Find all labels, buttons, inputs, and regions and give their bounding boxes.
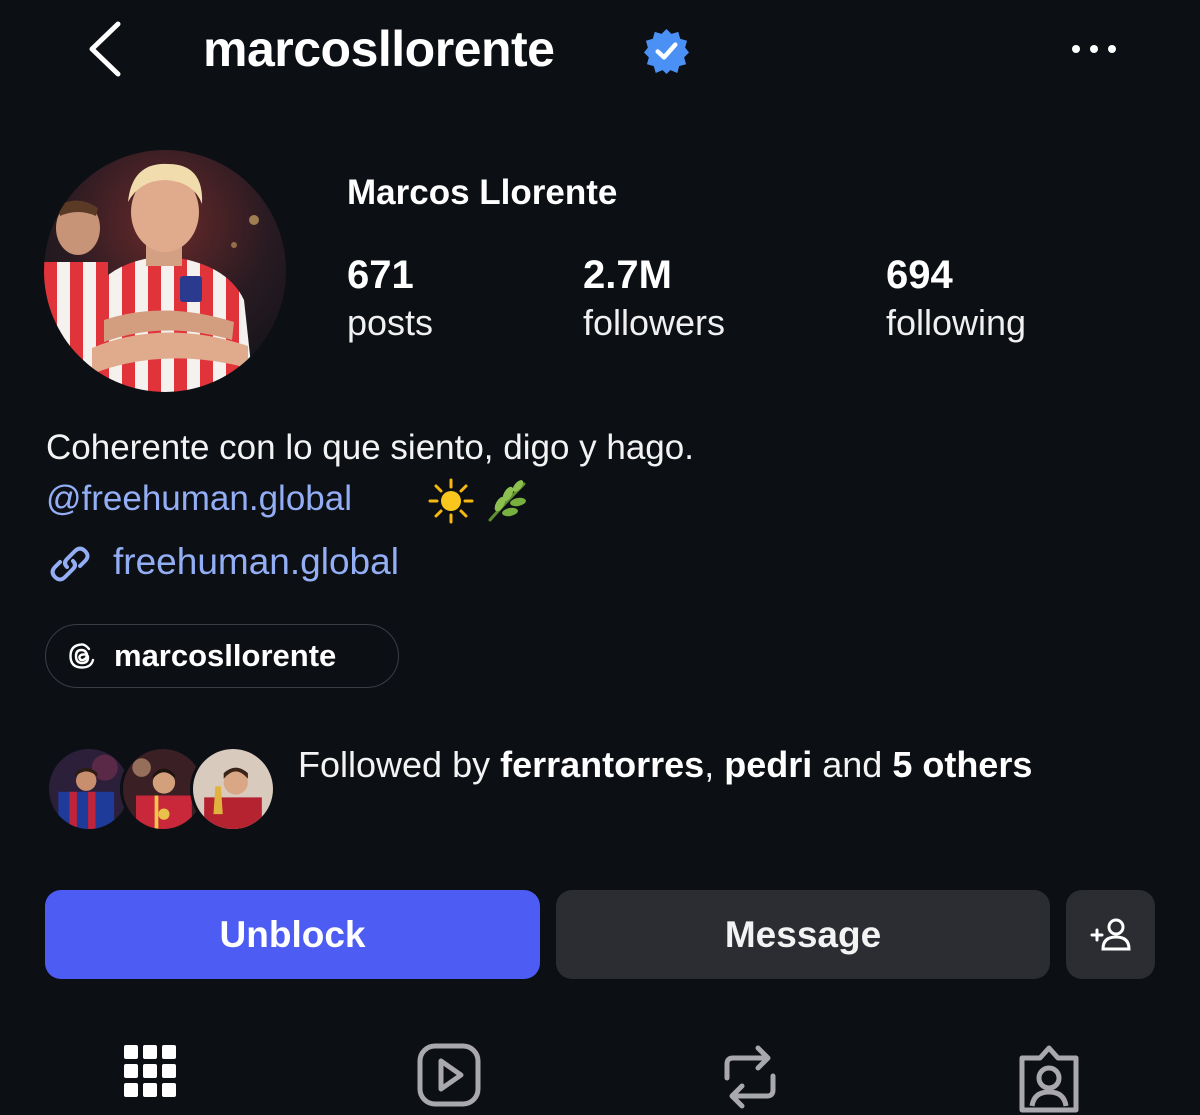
mutual-username[interactable]: ferrantorres bbox=[500, 744, 704, 785]
profile-full-name: Marcos Llorente bbox=[347, 173, 618, 212]
mutual-username[interactable]: pedri bbox=[724, 744, 812, 785]
grid-posts-tab-icon[interactable] bbox=[117, 1040, 183, 1115]
following-label: following bbox=[886, 302, 1027, 343]
unblock-button[interactable]: Unblock bbox=[45, 890, 540, 979]
following-count: 694 bbox=[886, 253, 953, 297]
herb-icon bbox=[488, 480, 526, 522]
followed-by-text[interactable]: Followed by ferrantorres, pedri and 5 ot… bbox=[298, 740, 1078, 790]
followers-count: 2.7M bbox=[583, 253, 672, 297]
followers-stat[interactable]: 2.7M followers bbox=[583, 250, 725, 346]
profile-username: marcosllorente bbox=[203, 21, 555, 77]
suggest-people-button[interactable] bbox=[1066, 890, 1155, 979]
bio-website-link[interactable]: freehuman.global bbox=[113, 538, 399, 586]
add-person-icon bbox=[1090, 918, 1131, 950]
verified-badge-icon bbox=[643, 28, 690, 74]
mutual-others-count[interactable]: 5 others bbox=[892, 744, 1032, 785]
back-chevron-icon[interactable] bbox=[82, 18, 132, 80]
link-icon bbox=[50, 546, 90, 582]
posts-label: posts bbox=[347, 302, 434, 343]
followed-by-prefix: Followed by bbox=[298, 744, 501, 785]
followers-label: followers bbox=[583, 302, 726, 343]
threads-profile-chip[interactable]: marcosllorente bbox=[45, 624, 399, 688]
bio-mention-link[interactable]: @freehuman.global bbox=[46, 475, 352, 523]
sun-icon bbox=[428, 478, 474, 524]
posts-count: 671 bbox=[347, 253, 414, 297]
profile-bio: Coherente con lo que siento, digo y hago… bbox=[46, 428, 694, 467]
threads-handle: marcosllorente bbox=[114, 638, 337, 673]
tagged-tab-icon[interactable] bbox=[1016, 1040, 1082, 1115]
posts-stat[interactable]: 671 posts bbox=[347, 250, 433, 346]
threads-icon bbox=[69, 643, 95, 669]
followed-by-separator: , bbox=[704, 744, 725, 785]
following-stat[interactable]: 694 following bbox=[886, 250, 1026, 346]
message-button[interactable]: Message bbox=[556, 890, 1050, 979]
profile-avatar[interactable] bbox=[44, 150, 286, 392]
mutual-follower-avatar[interactable] bbox=[190, 746, 276, 832]
followed-by-conjunction: and bbox=[812, 744, 893, 785]
more-options-icon[interactable] bbox=[1068, 36, 1120, 62]
reels-tab-icon[interactable] bbox=[416, 1040, 482, 1115]
reposts-tab-icon[interactable] bbox=[717, 1040, 783, 1115]
